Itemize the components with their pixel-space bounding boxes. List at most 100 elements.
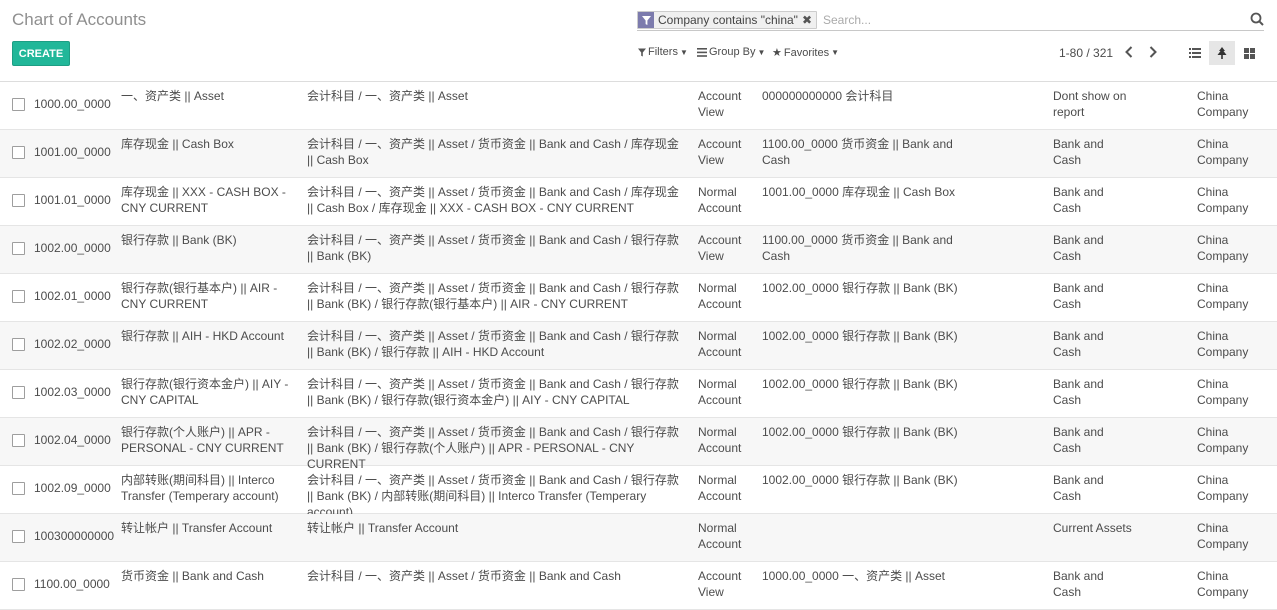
list-icon — [697, 47, 707, 57]
company: China Company — [1197, 281, 1249, 311]
account-path: 会计科目 / 一、资产类 || Asset / 货币资金 || Bank and… — [307, 377, 679, 407]
account-type: Normal Account — [698, 377, 742, 407]
row-checkbox[interactable] — [12, 290, 25, 303]
account-path: 会计科目 / 一、资产类 || Asset / 货币资金 || Bank and… — [307, 569, 621, 583]
hierarchy-view-button[interactable] — [1209, 41, 1235, 65]
account-name: 库存现金 || XXX - CASH BOX - CNY CURRENT — [121, 185, 286, 215]
row-checkbox[interactable] — [12, 146, 25, 159]
account-type: Normal Account — [698, 329, 742, 359]
create-button[interactable]: CREATE — [12, 41, 70, 66]
company: China Company — [1197, 89, 1249, 119]
account-path: 会计科目 / 一、资产类 || Asset / 货币资金 || Bank and… — [307, 137, 679, 167]
parent-account: 1002.00_0000 银行存款 || Bank (BK) — [762, 281, 958, 295]
filter-icon — [638, 12, 654, 28]
table-row[interactable]: 1000.00_0000 一、资产类 || Asset 会计科目 / 一、资产类 |… — [0, 82, 1277, 130]
chevron-left-icon — [1125, 46, 1133, 58]
parent-account: 1002.00_0000 银行存款 || Bank (BK) — [762, 473, 958, 487]
table-row[interactable]: 1002.00_0000 银行存款 || Bank (BK) 会计科目 / 一、资产… — [0, 226, 1277, 274]
company: China Company — [1197, 473, 1249, 503]
account-type: Normal Account — [698, 473, 742, 503]
account-code: 1002.01_0000 — [34, 289, 111, 303]
account-name: 银行存款 || AIH - HKD Account — [121, 329, 284, 343]
kanban-view-button[interactable] — [1236, 41, 1262, 65]
account-type: Normal Account — [698, 185, 742, 215]
parent-account: 1100.00_0000 货币资金 || Bank and Cash — [762, 137, 953, 167]
account-code: 100300000000 — [34, 529, 115, 543]
account-name: 银行存款(银行基本户) || AIR - CNY CURRENT — [121, 281, 278, 311]
account-type: Account View — [698, 569, 742, 599]
account-name: 银行存款(银行资本金户) || AIY - CNY CAPITAL — [121, 377, 289, 407]
account-name: 库存现金 || Cash Box — [121, 137, 234, 151]
account-code: 1000.00_0000 — [34, 97, 111, 111]
table-row[interactable]: 1001.00_0000 库存现金 || Cash Box 会计科目 / 一、资产类… — [0, 130, 1277, 178]
company: China Company — [1197, 521, 1249, 551]
pager-previous-button[interactable] — [1121, 44, 1137, 60]
account-type: Account View — [698, 89, 742, 119]
account-code: 1002.03_0000 — [34, 385, 111, 399]
company: China Company — [1197, 425, 1249, 455]
account-group: Bank and Cash — [1053, 377, 1104, 407]
groupby-label: Group By — [709, 46, 756, 58]
search-input[interactable] — [821, 12, 1264, 28]
search-icon[interactable] — [1250, 12, 1264, 29]
filters-dropdown[interactable]: Filters ▼ — [638, 46, 688, 58]
account-path: 会计科目 / 一、资产类 || Asset / 货币资金 || Bank and… — [307, 425, 679, 471]
table-row[interactable]: 1100.00_0000 货币资金 || Bank and Cash 会计科目 / … — [0, 562, 1277, 610]
account-path: 会计科目 / 一、资产类 || Asset / 货币资金 || Bank and… — [307, 233, 679, 263]
parent-account: 1000.00_0000 一、资产类 || Asset — [762, 569, 945, 583]
row-checkbox[interactable] — [12, 482, 25, 495]
search-bar: Company contains "china" ✖ — [637, 10, 1264, 31]
account-type: Normal Account — [698, 521, 742, 551]
account-group: Bank and Cash — [1053, 137, 1104, 167]
row-checkbox[interactable] — [12, 98, 25, 111]
pager-value[interactable]: 1-80 / 321 — [1059, 46, 1113, 60]
account-group: Dont show on report — [1053, 89, 1127, 119]
row-checkbox[interactable] — [12, 386, 25, 399]
table-row[interactable]: 1002.09_0000 内部转账(期间科目) || Interco Transf… — [0, 466, 1277, 519]
table-row[interactable]: 1002.01_0000 银行存款(银行基本户) || AIR - CNY CUR… — [0, 274, 1277, 322]
company: China Company — [1197, 185, 1249, 215]
table-row[interactable]: 1002.02_0000 银行存款 || AIH - HKD Account 会计科… — [0, 322, 1277, 370]
pager-next-button[interactable] — [1145, 44, 1161, 60]
company: China Company — [1197, 329, 1249, 359]
groupby-dropdown[interactable]: Group By ▼ — [697, 46, 765, 58]
account-group: Bank and Cash — [1053, 329, 1104, 359]
list-view-button[interactable] — [1182, 41, 1208, 65]
row-checkbox[interactable] — [12, 338, 25, 351]
row-checkbox[interactable] — [12, 530, 25, 543]
account-path: 会计科目 / 一、资产类 || Asset — [307, 89, 468, 103]
remove-facet-icon[interactable]: ✖ — [801, 12, 816, 28]
account-group: Bank and Cash — [1053, 473, 1104, 503]
table-row[interactable]: 100300000000 转让帐户 || Transfer Account 转让帐户… — [0, 514, 1277, 562]
account-group: Bank and Cash — [1053, 185, 1104, 215]
account-list: 1000.00_0000 一、资产类 || Asset 会计科目 / 一、资产类 |… — [0, 82, 1277, 610]
row-checkbox[interactable] — [12, 434, 25, 447]
table-row[interactable]: 1002.03_0000 银行存款(银行资本金户) || AIY - CNY CA… — [0, 370, 1277, 418]
account-group: Bank and Cash — [1053, 425, 1104, 455]
favorites-dropdown[interactable]: ★ Favorites ▼ — [772, 46, 840, 60]
parent-account: 1002.00_0000 银行存款 || Bank (BK) — [762, 377, 958, 391]
account-type: Account View — [698, 233, 742, 263]
filters-label: Filters — [648, 46, 678, 58]
table-row[interactable]: 1001.01_0000 库存现金 || XXX - CASH BOX - CNY… — [0, 178, 1277, 226]
company: China Company — [1197, 233, 1249, 263]
account-code: 1002.02_0000 — [34, 337, 111, 351]
account-code: 1002.00_0000 — [34, 241, 111, 255]
company: China Company — [1197, 377, 1249, 407]
chevron-right-icon — [1149, 46, 1157, 58]
account-code: 1001.01_0000 — [34, 193, 111, 207]
row-checkbox[interactable] — [12, 194, 25, 207]
company: China Company — [1197, 137, 1249, 167]
account-type: Normal Account — [698, 281, 742, 311]
star-icon: ★ — [772, 47, 782, 59]
account-group: Bank and Cash — [1053, 281, 1104, 311]
account-name: 内部转账(期间科目) || Interco Transfer (Temperar… — [121, 473, 279, 503]
search-facet-label: Company contains "china" — [654, 12, 802, 28]
account-group: Bank and Cash — [1053, 233, 1104, 263]
row-checkbox[interactable] — [12, 242, 25, 255]
caret-down-icon: ▼ — [831, 48, 840, 57]
row-checkbox[interactable] — [12, 578, 25, 591]
parent-account: 1001.00_0000 库存现金 || Cash Box — [762, 185, 956, 199]
parent-account: 1002.00_0000 银行存款 || Bank (BK) — [762, 425, 958, 439]
table-row[interactable]: 1002.04_0000 银行存款(个人账户) || APR - PERSONAL… — [0, 418, 1277, 471]
